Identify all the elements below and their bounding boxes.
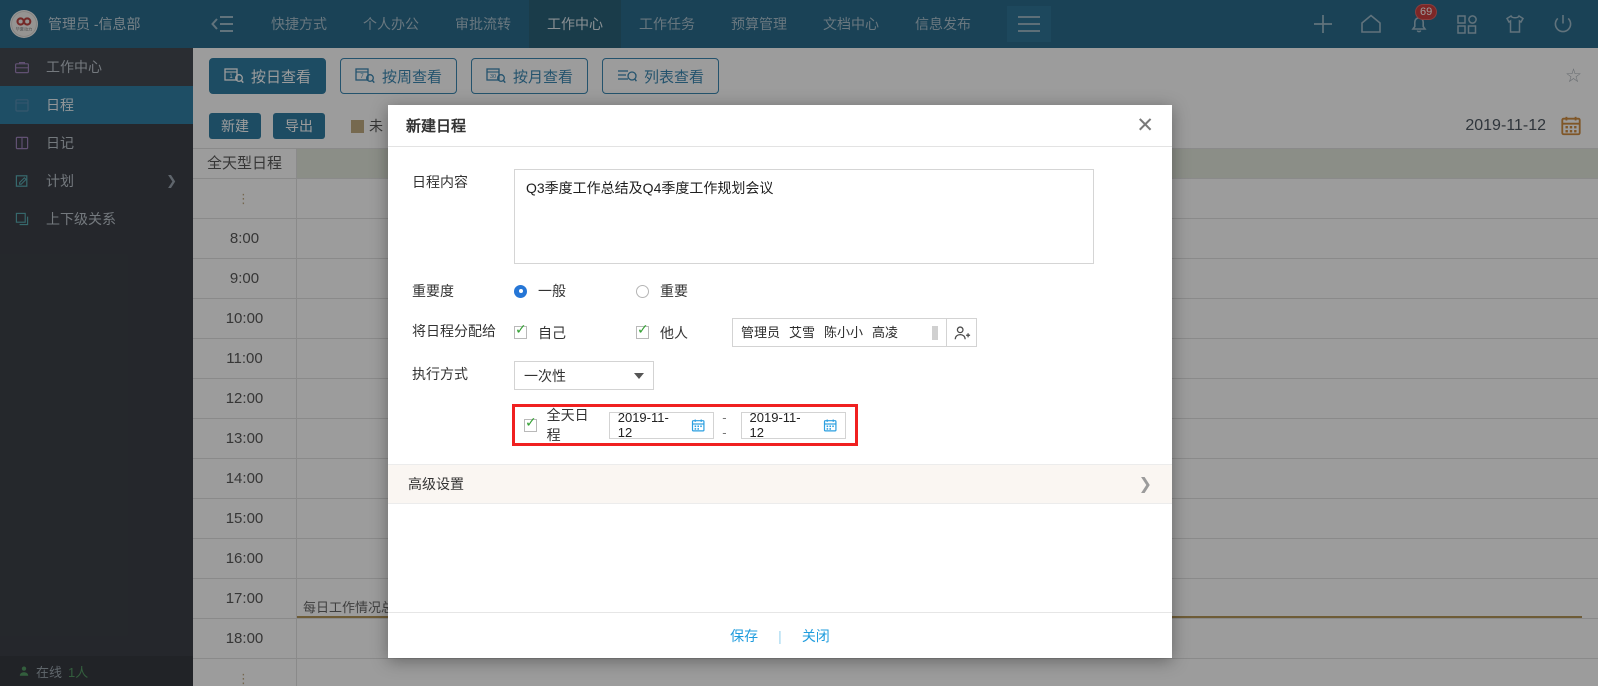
assignee-scrollbar[interactable] [932, 325, 938, 340]
calendar-picker-icon[interactable] [823, 418, 837, 433]
field-importance: 重要度 一般 重要 [412, 278, 1148, 304]
radio-important[interactable] [636, 284, 649, 298]
chevron-right-icon: ❯ [1138, 476, 1152, 493]
checkbox-self[interactable] [514, 322, 527, 339]
assignee-tag: 高凌 [872, 324, 899, 340]
checkbox-others-label: 他人 [660, 324, 688, 341]
dialog-footer: 保存 | 关闭 [388, 612, 1172, 658]
date-range-separator: -- [722, 410, 728, 440]
importance-label: 重要度 [412, 283, 454, 299]
close-button[interactable]: 关闭 [802, 626, 830, 646]
footer-separator: | [778, 627, 782, 644]
app-root: 1 按日查看 7 按周查看 30 按月查看 列表查看 ☆ 新建 导出 未 201… [0, 0, 1598, 686]
assignee-list[interactable]: 管理员 艾雪 陈小小 高凌 [732, 318, 947, 347]
allday-label: 全天日程 [546, 407, 589, 443]
allday-highlight-box: 全天日程 2019-11-12 -- [512, 404, 858, 446]
save-button[interactable]: 保存 [730, 626, 758, 646]
assignee-tag: 陈小小 [824, 324, 864, 340]
radio-normal-label: 一般 [538, 283, 566, 299]
importance-options: 一般 重要 [514, 278, 688, 304]
radio-normal[interactable] [514, 284, 527, 298]
content-label: 日程内容 [412, 174, 468, 190]
dialog-body: 日程内容 重要度 一般 重要 将日程分配给 自己 [388, 147, 1172, 612]
assign-options: 自己 他人 管理员 艾雪 陈小小 高凌 [514, 318, 977, 347]
advanced-settings-label: 高级设置 [408, 476, 464, 492]
end-date-value: 2019-11-12 [749, 410, 801, 440]
add-user-icon[interactable] [947, 318, 977, 347]
execution-value: 一次性 [524, 367, 566, 384]
new-schedule-dialog: 新建日程 ✕ 日程内容 重要度 一般 重要 将日程分配给 [388, 105, 1172, 658]
execution-select[interactable]: 一次性 [514, 361, 654, 390]
checkbox-others[interactable] [636, 322, 649, 339]
execution-label: 执行方式 [412, 366, 468, 382]
end-date-field[interactable]: 2019-11-12 [740, 410, 847, 440]
start-date-field[interactable]: 2019-11-12 [608, 410, 715, 440]
assignee-tag: 艾雪 [789, 324, 816, 340]
advanced-settings-row[interactable]: 高级设置 ❯ [388, 464, 1172, 504]
chevron-down-icon [634, 372, 644, 379]
radio-important-label: 重要 [660, 283, 688, 299]
calendar-picker-icon[interactable] [691, 418, 705, 433]
dialog-header: 新建日程 ✕ [388, 105, 1172, 147]
start-date-value: 2019-11-12 [617, 410, 669, 440]
checkbox-self-label: 自己 [538, 324, 566, 341]
dialog-title: 新建日程 [406, 118, 467, 135]
schedule-content-input[interactable] [514, 169, 1094, 264]
assignee-tag: 管理员 [741, 324, 781, 340]
field-assign: 将日程分配给 自己 他人 管理员 艾雪 陈小小 高凌 [412, 318, 1148, 347]
checkbox-allday[interactable] [524, 415, 537, 432]
field-content: 日程内容 [412, 169, 1148, 264]
field-execution: 执行方式 一次性 [412, 361, 1148, 390]
close-icon[interactable]: ✕ [1136, 115, 1154, 136]
assign-label: 将日程分配给 [412, 323, 496, 339]
